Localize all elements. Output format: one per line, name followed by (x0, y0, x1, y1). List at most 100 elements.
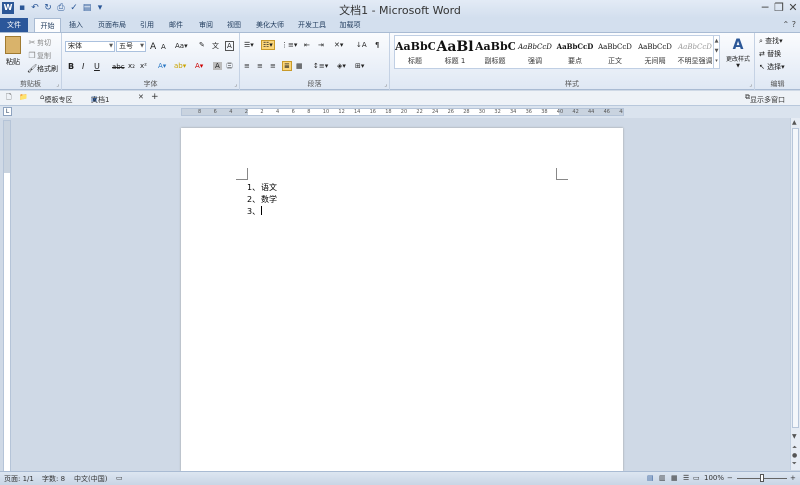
char-shading-icon[interactable]: A (213, 62, 222, 70)
enclose-char-icon[interactable]: ㊂ (226, 61, 233, 71)
page-count[interactable]: 页面: 1/1 (4, 474, 34, 484)
shrink-font-button[interactable]: A (161, 43, 166, 51)
grow-font-button[interactable]: A (150, 42, 156, 52)
tab-review[interactable]: 审阅 (193, 18, 219, 32)
zoom-in-button[interactable]: + (790, 474, 796, 482)
word-count[interactable]: 字数: 8 (42, 474, 65, 484)
launcher-icon[interactable]: ⌟ (384, 81, 387, 88)
style-title[interactable]: AaBbC 标题 (395, 36, 435, 68)
asian-layout-icon[interactable]: ✕▾ (334, 41, 343, 49)
font-size-select[interactable]: 五号 ▼ (116, 41, 146, 52)
style-heading-1[interactable]: AaBl 标题 1 (435, 36, 475, 68)
vertical-scrollbar[interactable]: ▲ ▼ ⏶ ● ⏷ (790, 118, 800, 470)
format-painter-button[interactable]: 🖌格式刷 (27, 64, 58, 74)
align-center-icon[interactable]: ≡ (257, 62, 263, 70)
clear-format-icon[interactable]: ✎ (199, 41, 205, 49)
italic-button[interactable]: I (82, 62, 84, 71)
tab-view[interactable]: 视图 (223, 18, 245, 32)
line-spacing-icon[interactable]: ↕≡▾ (313, 62, 328, 70)
align-left-icon[interactable]: ≡ (244, 62, 250, 70)
distributed-icon[interactable]: ▦ (296, 62, 303, 70)
phonetic-guide-icon[interactable]: 文 (212, 41, 219, 51)
align-right-icon[interactable]: ≡ (270, 62, 276, 70)
style-strong[interactable]: AaBbCcD 要点 (555, 36, 595, 68)
find-button[interactable]: ⌕ 查找▾ (759, 36, 783, 46)
sort-icon[interactable]: ↓A (356, 41, 367, 49)
launcher-icon[interactable]: ⌟ (749, 81, 752, 88)
scroll-up-icon[interactable]: ▲ (792, 119, 797, 126)
style-subtitle[interactable]: AaBbC 副标题 (475, 36, 515, 68)
tab-insert[interactable]: 插入 (63, 18, 89, 32)
vertical-ruler[interactable] (3, 120, 11, 472)
style-no-spacing[interactable]: AaBbCcD 无间隔 (635, 36, 675, 68)
tab-mailings[interactable]: 邮件 (163, 18, 189, 32)
multi-window-button[interactable]: ⧉ 显示多窗口 (745, 93, 785, 104)
next-page-icon[interactable]: ⏷ (792, 460, 797, 468)
style-normal[interactable]: AaBbCcD 正文 (595, 36, 635, 68)
font-color-icon[interactable]: A▾ (195, 62, 203, 70)
char-border-icon[interactable]: A (225, 41, 234, 51)
tab-selector-icon[interactable]: L (3, 107, 12, 116)
list-item[interactable]: 2、数学 (247, 194, 277, 206)
horizontal-ruler[interactable]: 8 6 4 2 2 4 6 8 10 12 14 16 18 20 22 24 26 28 30 32 34 36 38 40… (181, 108, 624, 116)
list-item[interactable]: 1、语文 (247, 182, 277, 194)
document-page[interactable]: 1、语文 2、数学 3、 (181, 128, 623, 471)
tab-developer[interactable]: 开发工具 (294, 18, 330, 32)
text-effects-icon[interactable]: A▾ (158, 62, 166, 70)
minimize-icon[interactable]: ─ (758, 0, 772, 16)
show-marks-icon[interactable]: ¶ (375, 41, 379, 49)
new-doc-icon[interactable]: 🗋 (6, 93, 12, 104)
shading-icon[interactable]: ◈▾ (337, 62, 346, 70)
cut-button[interactable]: ✂ 剪切 (27, 38, 51, 48)
browse-object-icon[interactable]: ● (792, 452, 797, 459)
tab-references[interactable]: 引用 (136, 18, 158, 32)
tab-file[interactable]: 文件 (0, 18, 28, 32)
tab-home[interactable]: 开始 (34, 18, 61, 32)
print-layout-icon[interactable]: ▤ (647, 474, 654, 482)
increase-indent-icon[interactable]: ⇥ (318, 41, 324, 49)
scroll-thumb[interactable] (792, 128, 799, 428)
decrease-indent-icon[interactable]: ⇤ (304, 41, 310, 49)
tab-addins[interactable]: 加载项 (336, 18, 364, 32)
bullets-icon[interactable]: ☰▾ (244, 41, 254, 49)
launcher-icon[interactable]: ⌟ (56, 81, 59, 88)
superscript-button[interactable]: x² (140, 62, 147, 70)
close-tab-icon[interactable]: ✕ (138, 93, 144, 101)
scroll-down-icon[interactable]: ▼ (792, 433, 797, 440)
help-icon[interactable]: ⌃ ? (783, 20, 797, 29)
change-styles-button[interactable]: A 更改样式 ▼ (723, 36, 753, 69)
highlight-icon[interactable]: ab▾ (174, 62, 186, 70)
zoom-slider-thumb[interactable] (760, 474, 764, 482)
paste-button[interactable]: 粘贴 (3, 36, 23, 67)
style-subtle-emphasis[interactable]: AaBbCcD 不明显强调 (675, 36, 715, 68)
font-name-select[interactable]: 宋体 ▼ (65, 41, 115, 52)
multilevel-list-icon[interactable]: ⋮≡▾ (281, 41, 297, 49)
numbering-icon[interactable]: ☷▾ (261, 40, 275, 50)
style-emphasis[interactable]: AaBbCcD 强调 (515, 36, 555, 68)
template-tab[interactable]: ⌂ 模板专区 (40, 93, 72, 104)
justify-icon[interactable]: ≣ (282, 61, 292, 71)
add-tab-button[interactable]: + (151, 92, 159, 102)
open-folder-icon[interactable]: 📁 (19, 93, 28, 101)
zoom-level[interactable]: 100% (704, 474, 724, 482)
bold-button[interactable]: B (68, 62, 74, 71)
gallery-scroll[interactable]: ▲ ▼ ▾ (713, 36, 719, 68)
subscript-button[interactable]: x₂ (128, 62, 135, 70)
list-item[interactable]: 3、 (247, 206, 277, 218)
outline-view-icon[interactable]: ☰ (683, 474, 689, 482)
language-status[interactable]: 中文(中国) (74, 474, 107, 484)
macro-record-icon[interactable]: ▭ (116, 474, 123, 482)
prev-page-icon[interactable]: ⏶ (792, 444, 797, 452)
close-icon[interactable]: ✕ (786, 0, 800, 16)
underline-button[interactable]: U (94, 62, 100, 71)
copy-button[interactable]: ❐复制 (27, 51, 51, 61)
replace-button[interactable]: ⇄ 替换 (759, 49, 781, 59)
web-layout-icon[interactable]: ▦ (671, 474, 678, 482)
strikethrough-button[interactable]: abc (112, 63, 125, 71)
tab-beautify[interactable]: 美化大师 (252, 18, 288, 32)
zoom-out-button[interactable]: − (727, 474, 733, 482)
full-screen-reading-icon[interactable]: ▥ (659, 474, 666, 482)
tab-page-layout[interactable]: 页面布局 (93, 18, 131, 32)
borders-icon[interactable]: ⊞▾ (355, 62, 364, 70)
select-button[interactable]: ↖ 选择▾ (759, 62, 785, 72)
